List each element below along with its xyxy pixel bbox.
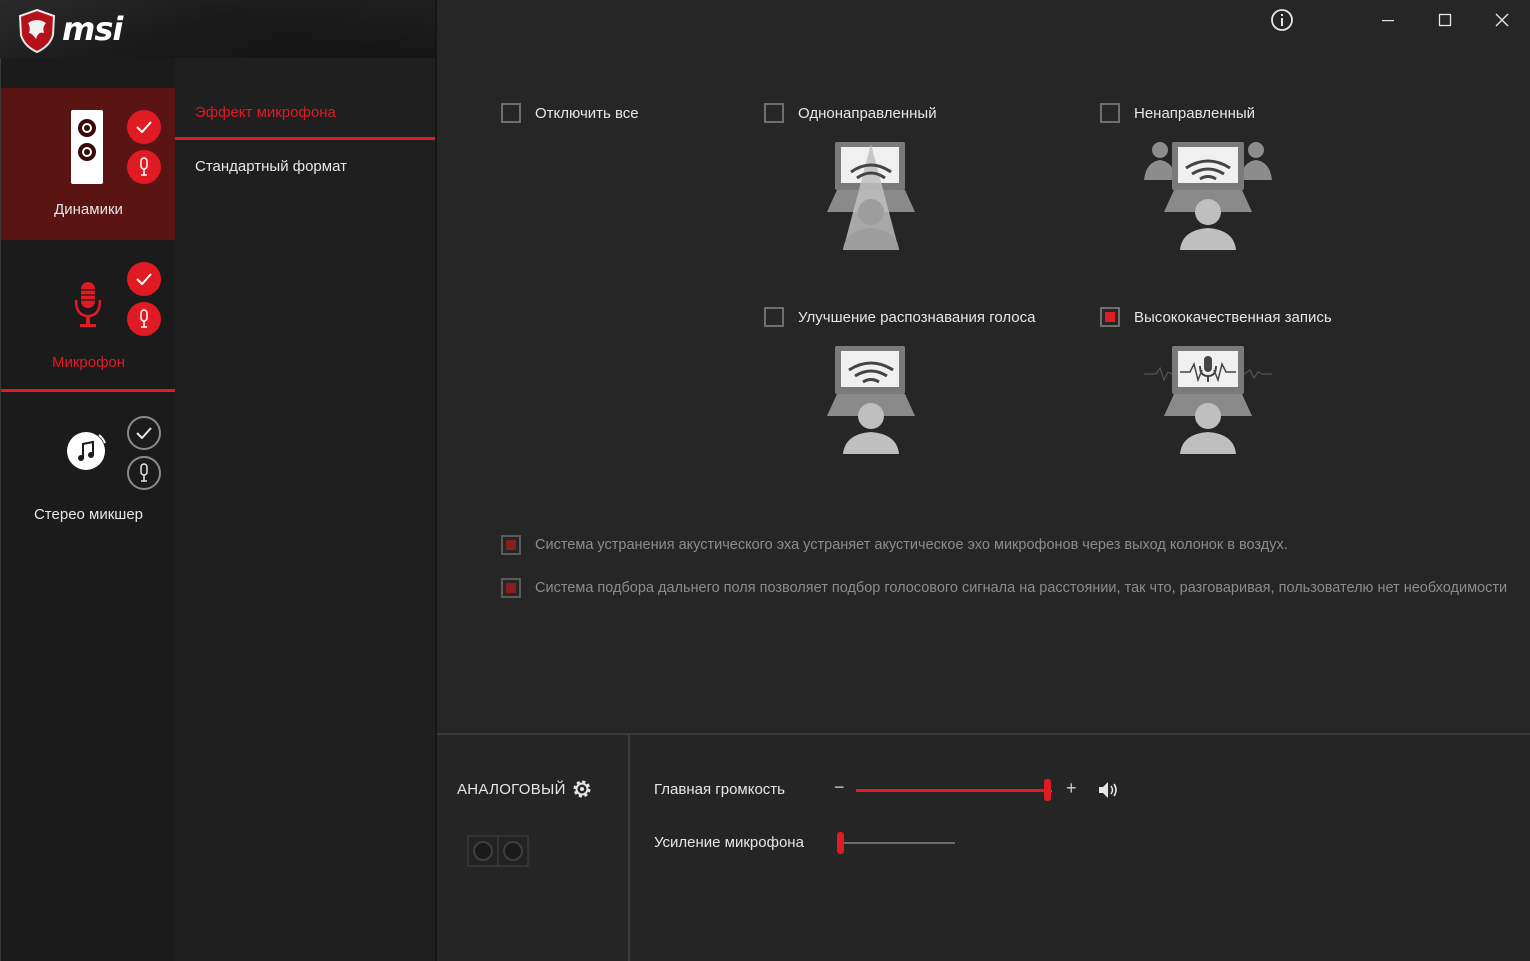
note-text: Система устранения акустического эха уст…	[535, 537, 1288, 553]
checkmark-icon	[136, 427, 152, 439]
checkbox[interactable]	[764, 307, 784, 327]
mic-default-check[interactable]	[127, 262, 161, 296]
aec-note: Система устранения акустического эха уст…	[501, 535, 1288, 555]
gear-icon[interactable]	[571, 778, 593, 800]
info-icon	[1271, 9, 1293, 31]
option-disable-all[interactable]: Отключить все	[501, 103, 639, 123]
checkbox	[501, 535, 521, 555]
option-label: Отключить все	[535, 104, 639, 122]
device-speakers[interactable]: Динамики	[1, 88, 176, 240]
analog-section: АНАЛОГОВЫЙ	[437, 735, 630, 961]
option-label: Однонаправленный	[798, 104, 937, 122]
option-voice-recognition[interactable]: Улучшение распознавания голоса	[764, 307, 1035, 327]
close-button[interactable]	[1482, 6, 1522, 34]
microphone-icon	[74, 282, 102, 327]
checkbox[interactable]	[1100, 307, 1120, 327]
slider-thumb[interactable]	[1044, 779, 1051, 801]
bottom-panel: АНАЛОГОВЫЙ Главная громкость − + Усилени…	[437, 733, 1530, 961]
unidirectional-illustration	[827, 142, 915, 250]
main-volume-label: Главная громкость	[654, 781, 785, 798]
option-unidirectional[interactable]: Однонаправленный	[764, 103, 937, 123]
device-label: Динамики	[54, 201, 123, 218]
device-list: Динамики Микрофон Стерео микшер	[0, 58, 176, 961]
msi-dragon-shield-icon	[18, 9, 56, 53]
mic-boost-label: Усиление микрофона	[654, 834, 804, 851]
volume-minus-button[interactable]: −	[834, 777, 845, 798]
submenu: Эффект микрофона Стандартный формат	[175, 58, 435, 961]
analog-label: АНАЛОГОВЫЙ	[457, 781, 566, 798]
effects-panel: Отключить все Однонаправленный Ненаправл…	[437, 58, 1530, 733]
far-field-note: Система подбора дальнего поля позволяет …	[501, 578, 1507, 598]
note-text: Система подбора дальнего поля позволяет …	[535, 580, 1508, 596]
hq-recording-illustration	[1144, 346, 1272, 454]
minimize-icon	[1382, 20, 1394, 22]
slider-fill	[856, 789, 1048, 792]
music-note-icon	[67, 432, 106, 470]
volume-plus-button[interactable]: +	[1066, 778, 1077, 799]
checkbox[interactable]	[501, 103, 521, 123]
speakers-comm-default[interactable]	[127, 150, 161, 184]
small-mic-icon	[140, 309, 148, 328]
device-microphone[interactable]: Микрофон	[1, 240, 176, 392]
tab-mic-effect[interactable]: Эффект микрофона	[175, 88, 435, 140]
omnidirectional-illustration	[1144, 142, 1272, 250]
option-label: Улучшение распознавания голоса	[798, 308, 1036, 326]
device-label: Стерео микшер	[33, 506, 144, 523]
info-button[interactable]	[1262, 6, 1302, 34]
option-label: Ненаправленный	[1134, 104, 1256, 122]
checkmark-icon	[136, 273, 152, 285]
msi-logo-text: msi	[62, 10, 123, 48]
option-label: Высококачественная запись	[1134, 308, 1332, 326]
stereo-default-check[interactable]	[127, 416, 161, 450]
speaker-icon	[71, 110, 103, 184]
maximize-icon	[1438, 13, 1452, 27]
maximize-button[interactable]	[1425, 6, 1465, 34]
speakers-default-check[interactable]	[127, 110, 161, 144]
slider-track	[837, 842, 955, 844]
checkbox[interactable]	[764, 103, 784, 123]
logo-area: msi	[0, 0, 435, 58]
checkbox	[501, 578, 521, 598]
minimize-button[interactable]	[1368, 6, 1408, 34]
mic-comm-default[interactable]	[127, 302, 161, 336]
title-bar: msi	[0, 0, 1530, 58]
checkbox[interactable]	[1100, 103, 1120, 123]
device-stereo-mixer[interactable]: Стерео микшер	[1, 394, 176, 546]
jack-port-icon	[467, 835, 529, 867]
voice-recognition-illustration	[827, 346, 915, 454]
speaker-volume-icon[interactable]	[1098, 781, 1120, 799]
checkmark-icon	[136, 121, 152, 133]
stereo-comm-default[interactable]	[127, 456, 161, 490]
option-omnidirectional[interactable]: Ненаправленный	[1100, 103, 1255, 123]
small-mic-icon	[140, 463, 148, 482]
close-icon	[1495, 13, 1509, 27]
device-label: Микрофон	[51, 354, 126, 371]
option-hq-recording[interactable]: Высококачественная запись	[1100, 307, 1332, 327]
tab-default-format[interactable]: Стандартный формат	[175, 140, 435, 192]
small-mic-icon	[140, 157, 148, 176]
slider-thumb[interactable]	[837, 832, 844, 854]
